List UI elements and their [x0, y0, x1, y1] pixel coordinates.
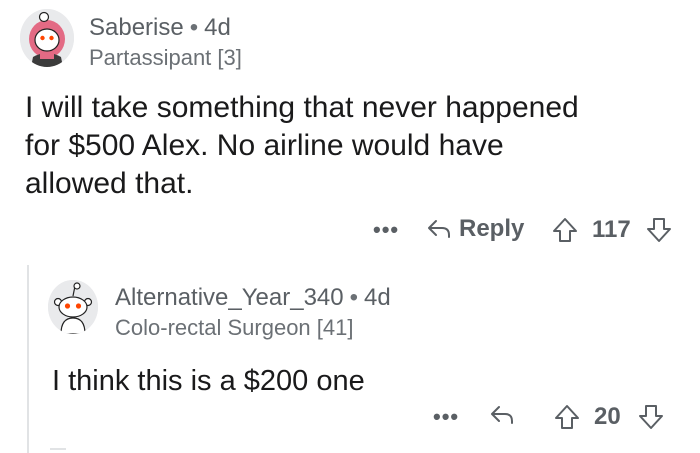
- avatar[interactable]: [48, 280, 98, 334]
- avatar[interactable]: [20, 9, 74, 67]
- downvote-arrow-icon: [647, 218, 671, 242]
- reply-button[interactable]: [490, 403, 516, 427]
- comment-age: 4d: [204, 14, 231, 41]
- username[interactable]: Alternative_Year_340: [115, 284, 344, 311]
- thread-branch-line: [50, 448, 66, 453]
- upvote-arrow-icon: [555, 405, 579, 429]
- upvote-arrow-icon: [553, 218, 577, 242]
- vote-score: 20: [594, 403, 621, 430]
- comment-actions: ••• Reply 117: [373, 213, 683, 249]
- upvote-button[interactable]: [553, 403, 581, 431]
- downvote-button[interactable]: [645, 216, 673, 244]
- downvote-arrow-icon: [639, 405, 663, 429]
- thread-line[interactable]: [27, 265, 29, 453]
- more-options-button[interactable]: •••: [433, 404, 459, 430]
- separator-dot: •: [349, 284, 359, 311]
- reply-button[interactable]: Reply: [427, 215, 524, 243]
- comment-body-line: allowed that.: [25, 167, 194, 200]
- more-options-button[interactable]: •••: [373, 217, 399, 243]
- vote-score: 117: [592, 216, 631, 243]
- comment-age: 4d: [364, 284, 391, 311]
- user-flair: Colo-rectal Surgeon [41]: [115, 315, 354, 340]
- downvote-button[interactable]: [637, 403, 665, 431]
- username[interactable]: Saberise: [89, 14, 184, 41]
- comment-thread: Saberise • 4d Partassipant [3] I will take…: [0, 0, 700, 453]
- comment-body: I think this is a $200 one: [52, 365, 365, 397]
- comment-body-line: I will take something that never happene…: [25, 91, 579, 124]
- comment-author-line: Alternative_Year_340 • 4d: [115, 284, 391, 312]
- reply-label: Reply: [459, 215, 525, 242]
- snoo-avatar-icon: [20, 9, 74, 67]
- comment-actions: ••• 20: [433, 400, 683, 436]
- separator-dot: •: [189, 14, 199, 41]
- comment-author-line: Saberise • 4d: [89, 14, 231, 42]
- comment-body-line: for $500 Alex. No airline would have: [25, 129, 504, 162]
- reply-arrow-icon: [491, 406, 513, 424]
- reply-arrow-icon: [428, 220, 450, 238]
- user-flair: Partassipant [3]: [89, 45, 242, 70]
- upvote-button[interactable]: [551, 216, 579, 244]
- comment-body: I will take something that never happene…: [25, 89, 579, 203]
- snoo-avatar-icon: [48, 280, 98, 334]
